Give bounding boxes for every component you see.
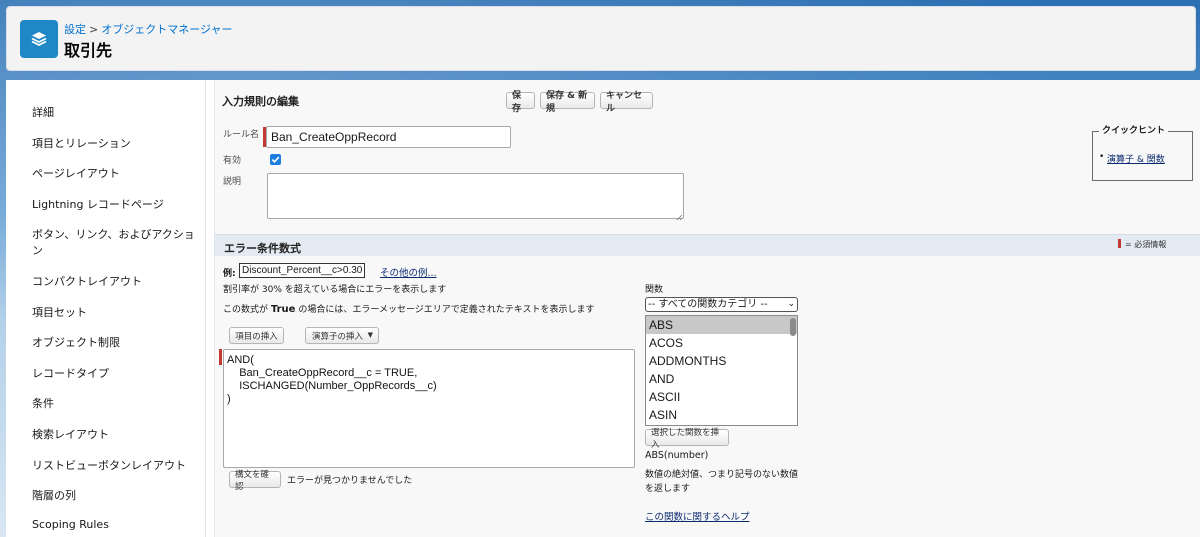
save-new-button[interactable]: 保存 & 新規: [540, 91, 595, 114]
object-header: 設定 > オブジェクトマネージャー 取引先: [6, 6, 1196, 71]
formula-text: AND( Ban_CreateOppRecord__c = TRUE, ISCH…: [227, 354, 437, 405]
formula-instruction-true: True: [270, 304, 296, 315]
cancel-button[interactable]: キャンセル: [600, 91, 653, 114]
function-option-asin[interactable]: ASIN: [646, 406, 797, 424]
function-option-acos[interactable]: ACOS: [646, 334, 797, 352]
function-signature: ABS(number): [645, 450, 709, 461]
function-option-ascii[interactable]: ASCII: [646, 388, 797, 406]
edit-section-title: 入力規則の編集: [222, 95, 299, 108]
description-label: 説明: [223, 177, 242, 187]
sidebar-item-field-sets[interactable]: 項目セット: [32, 304, 87, 320]
required-legend-text: = 必須情報: [1125, 240, 1167, 249]
sidebar-item-scoping-rules[interactable]: Scoping Rules: [32, 518, 109, 531]
formula-instruction: この数式が True の場合には、エラーメッセージエリアで定義されたテキストを表…: [223, 302, 595, 315]
sidebar-item-hierarchy-columns[interactable]: 階層の列: [32, 487, 76, 503]
sidebar-item-record-types[interactable]: レコードタイプ: [32, 365, 109, 381]
bullet-icon: •: [1099, 152, 1105, 162]
operators-functions-link[interactable]: 演算子 & 関数: [1107, 152, 1165, 165]
function-listbox[interactable]: ABS ACOS ADDMONTHS AND ASCII ASIN: [645, 315, 798, 426]
breadcrumb-object-manager-link[interactable]: オブジェクトマネージャー: [101, 23, 232, 36]
sidebar-item-list-view-button-layout[interactable]: リストビューボタンレイアウト: [32, 457, 186, 473]
sidebar-item-search-layouts[interactable]: 検索レイアウト: [32, 426, 109, 442]
sidebar-item-compact-layouts[interactable]: コンパクトレイアウト: [32, 273, 142, 289]
error-formula-section-header: エラー条件数式 = 必須情報: [215, 234, 1200, 256]
function-option-abs[interactable]: ABS: [646, 316, 797, 334]
sidebar-nav: 詳細 項目とリレーション ページレイアウト Lightning レコードページ …: [6, 80, 206, 537]
example-formula: Discount_Percent__c>0.30: [239, 263, 366, 278]
breadcrumb-separator: >: [89, 23, 99, 36]
function-category-value: -- すべての関数カテゴリ --: [648, 299, 768, 310]
quick-hint-title: クイックヒント: [1099, 123, 1169, 136]
function-description-line1: 数値の絶対値、つまり記号のない数値: [645, 470, 799, 480]
page-title: 取引先: [64, 41, 113, 60]
function-help-link[interactable]: この関数に関するヘルプ: [645, 509, 750, 523]
sidebar-item-details[interactable]: 詳細: [32, 104, 54, 120]
insert-operator-button[interactable]: 演算子の挿入 ▼: [305, 327, 379, 344]
rule-name-input[interactable]: Ban_CreateOppRecord: [266, 126, 511, 148]
sidebar-item-object-limits[interactable]: オブジェクト制限: [32, 334, 120, 350]
sidebar-item-lightning-record-pages[interactable]: Lightning レコードページ: [32, 196, 164, 212]
rule-name-label: ルール名: [223, 130, 260, 140]
save-button[interactable]: 保存: [506, 91, 535, 114]
error-formula-title: エラー条件数式: [224, 242, 301, 255]
sidebar-item-conditions[interactable]: 条件: [32, 395, 54, 411]
sidebar-item-page-layouts[interactable]: ページレイアウト: [32, 165, 120, 181]
validation-rule-edit-panel: 入力規則の編集 保存 保存 & 新規 キャンセル ルール名 Ban_Create…: [214, 80, 1200, 537]
active-label: 有効: [223, 156, 242, 166]
formula-instruction-suffix: の場合には、エラーメッセージエリアで定義されたテキストを表示します: [298, 305, 595, 315]
example-label: 例:: [223, 269, 236, 279]
function-category-select[interactable]: -- すべての関数カテゴリ -- ⌄: [645, 297, 798, 312]
checkmark-icon: [271, 156, 280, 163]
select-chevron-icon: ⌄: [787, 299, 795, 309]
example-description: 割引率が 30% を超えている場合にエラーを表示します: [223, 285, 447, 295]
syntax-result: エラーが見つかりませんでした: [287, 476, 413, 486]
insert-operator-label: 演算子の挿入: [312, 331, 364, 342]
sidebar-item-buttons-links-actions[interactable]: ボタン、リンク、およびアクション: [32, 226, 205, 258]
insert-selected-function-button[interactable]: 選択した関数を挿入: [645, 428, 729, 450]
functions-label: 関数: [645, 285, 664, 295]
content-container: 詳細 項目とリレーション ページレイアウト Lightning レコードページ …: [6, 80, 1200, 537]
formula-editor[interactable]: AND( Ban_CreateOppRecord__c = TRUE, ISCH…: [223, 349, 635, 468]
required-legend-bar: [1118, 239, 1121, 248]
resize-handle-icon[interactable]: [676, 211, 683, 221]
check-syntax-button[interactable]: 構文を確認: [229, 470, 281, 492]
function-description-line2: を返します: [645, 484, 691, 494]
more-examples-link[interactable]: その他の例...: [380, 265, 437, 279]
function-option-and[interactable]: AND: [646, 370, 797, 388]
formula-required-indicator: [219, 349, 222, 365]
formula-instruction-prefix: この数式が: [223, 305, 269, 315]
listbox-scrollbar[interactable]: [790, 318, 796, 336]
layers-icon: [20, 20, 58, 58]
breadcrumb-setup-link[interactable]: 設定: [64, 23, 86, 36]
caret-down-icon: ▼: [367, 331, 373, 339]
quick-hint-box: • 演算子 & 関数: [1092, 131, 1193, 181]
active-checkbox[interactable]: [270, 154, 281, 165]
breadcrumb: 設定 > オブジェクトマネージャー: [64, 21, 232, 37]
insert-field-button[interactable]: 項目の挿入: [229, 327, 284, 344]
sidebar-item-fields-relationships[interactable]: 項目とリレーション: [32, 135, 131, 151]
description-textarea[interactable]: [267, 173, 684, 219]
function-option-addmonths[interactable]: ADDMONTHS: [646, 352, 797, 370]
